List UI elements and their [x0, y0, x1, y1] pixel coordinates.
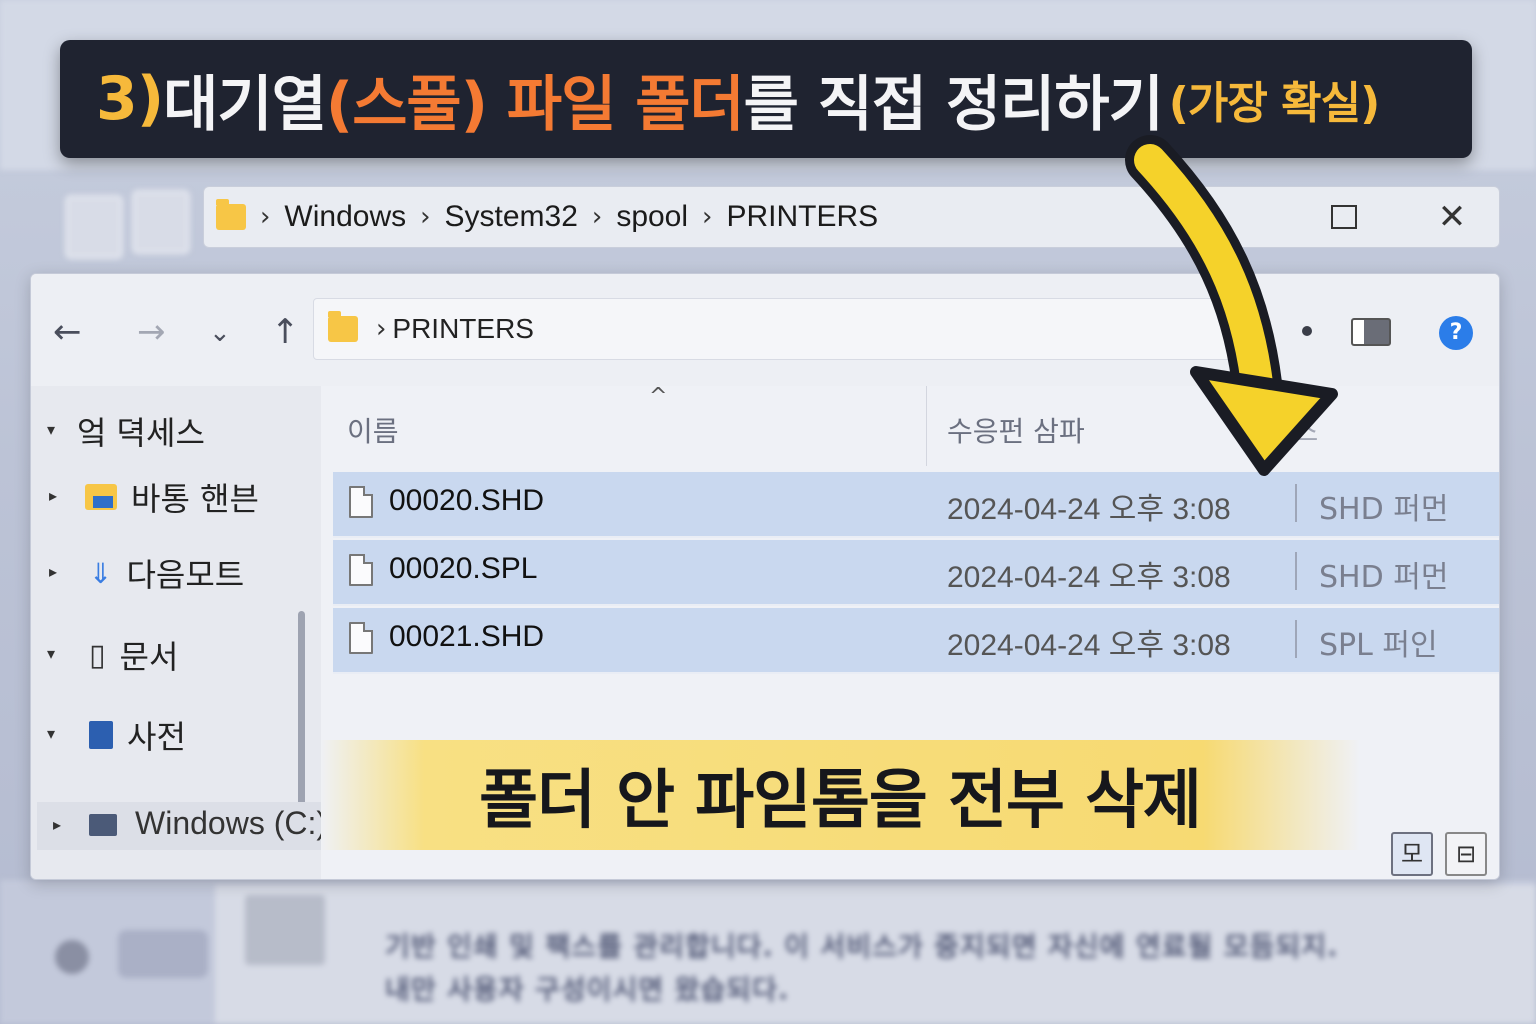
maximize-button[interactable] [1324, 199, 1364, 235]
title-text-rest: 를 직접 정리하기 [743, 69, 1164, 140]
arrow-left-icon: ← [53, 312, 82, 352]
sidebar-item-label: 문서 [119, 638, 179, 676]
back-button[interactable]: ← [53, 312, 82, 352]
file-date: 2024-04-24 오후 3:08 [947, 493, 1231, 526]
preview-pane-button[interactable] [1351, 318, 1391, 346]
address-path: PRINTERS [392, 313, 534, 344]
column-header-name[interactable]: 이름 [347, 410, 399, 450]
arrow-up-icon: ↑ [271, 312, 300, 352]
background-blob [118, 930, 208, 978]
file-type: SHD 퍼먼 [1319, 492, 1449, 527]
background-blob [55, 940, 89, 974]
forward-button[interactable]: → [137, 312, 166, 352]
background-file-icon [132, 190, 190, 254]
service-description-line1: 기반 인쇄 및 팩스를 관리합니다. 이 서비스가 중지되면 자신에 연료될 모… [385, 932, 1339, 963]
desktop-folder-icon [85, 484, 117, 510]
column-divider [1295, 484, 1297, 522]
monitor-icon [93, 496, 113, 508]
maximize-icon [1331, 205, 1357, 229]
file-date: 2024-04-24 오후 3:08 [947, 629, 1231, 662]
title-banner: 3) 대기열 (스풀) 파일 폴더 를 직접 정리하기 (가장 확실) [60, 40, 1472, 158]
instruction-caption: 폴더 안 파읻톰을 전부 삭제 [320, 740, 1360, 850]
service-icon [245, 895, 325, 965]
tiles-view-button[interactable]: ⊟ [1445, 832, 1487, 876]
chevron-down-icon: ▾ [47, 420, 56, 439]
title-step-number: 3) [96, 64, 164, 134]
column-divider [1295, 552, 1297, 590]
sidebar-scrollbar[interactable] [298, 611, 305, 831]
sidebar-item-desktop[interactable]: ▸ 바통 핸븐 [31, 474, 259, 520]
file-row[interactable]: 00020.SHD 2024-04-24 오후 3:08 SHD 퍼먼 [333, 472, 1499, 538]
sidebar-item-quick-access[interactable]: ▾ 엌 뎍세스 [31, 408, 205, 454]
file-name: 00020.SPL [389, 552, 538, 585]
address-bar[interactable]: › PRINTERS [313, 298, 1243, 360]
title-highlight: (스풀) 파일 폴더 [325, 69, 745, 140]
details-view-button[interactable]: 모 [1391, 832, 1433, 876]
breadcrumb-spool[interactable]: spool [616, 200, 688, 234]
title-note: (가장 확실) [1168, 78, 1380, 129]
chevron-right-icon: ▸ [49, 562, 58, 581]
caption-text: 폴더 안 파읻톰을 전부 삭제 [479, 764, 1202, 838]
download-icon: ⇓ [89, 556, 113, 590]
file-type: SHD 퍼먼 [1319, 560, 1449, 595]
sidebar-item-label: Windows (C:) [135, 805, 328, 841]
file-date: 2024-04-24 오후 3:08 [947, 561, 1231, 594]
arrow-right-icon: → [137, 312, 166, 352]
background-file-icon [65, 195, 123, 259]
column-header-type[interactable]: 이마스 [1241, 410, 1318, 450]
close-button[interactable]: ✕ [1432, 197, 1472, 237]
column-divider [1295, 620, 1297, 658]
title-text: 대기열 [163, 69, 327, 140]
file-name: 00021.SHD [389, 620, 545, 653]
sidebar-item-label: 사전 [127, 718, 186, 756]
close-icon: ✕ [1437, 197, 1467, 237]
column-header-date[interactable]: 수응펀 삼파 [947, 410, 1085, 450]
document-icon: ▯ [89, 637, 106, 673]
recent-locations-button[interactable]: ⌄ [209, 318, 231, 348]
toolbar: ← → ⌄ ↑ › PRINTERS ? [31, 274, 1499, 387]
breadcrumb-windows[interactable]: Windows [284, 200, 406, 234]
file-icon [349, 622, 373, 654]
pictures-icon [89, 721, 113, 749]
file-icon [349, 486, 373, 518]
drive-icon [89, 814, 117, 836]
more-options-icon[interactable] [1302, 326, 1312, 336]
sort-ascending-icon: ^ [649, 384, 668, 409]
file-icon [349, 554, 373, 586]
chevron-right-icon: › [376, 314, 387, 344]
sidebar-item-drive-c[interactable]: ▸ Windows (C:) [37, 802, 327, 850]
chevron-right-icon: › [702, 202, 713, 232]
chevron-down-icon: ▾ [47, 724, 56, 743]
file-row[interactable]: 00021.SHD 2024-04-24 오후 3:08 SPL 퍼인 [333, 608, 1499, 674]
sidebar-item-label: 다음모트 [126, 556, 245, 594]
chevron-right-icon: ▸ [53, 815, 62, 834]
sidebar-item-pictures[interactable]: ▾ 사전 [31, 712, 186, 758]
file-type: SPL 퍼인 [1319, 628, 1438, 663]
chevron-right-icon: › [591, 202, 603, 232]
column-divider[interactable] [926, 386, 927, 466]
chevron-down-icon: ▾ [47, 644, 56, 663]
breadcrumb-bar: › Windows › System32 › spool › PRINTERS … [203, 186, 1500, 248]
breadcrumb-printers[interactable]: PRINTERS [726, 200, 878, 234]
help-icon[interactable]: ? [1439, 316, 1473, 350]
chevron-right-icon: › [420, 202, 431, 232]
sidebar-item-downloads[interactable]: ▸ ⇓ 다음모트 [31, 550, 244, 596]
chevron-right-icon: › [260, 202, 271, 232]
file-name: 00020.SHD [389, 484, 545, 517]
sidebar-item-label: 바통 핸븐 [131, 480, 259, 518]
service-description-line2: 내만 사용자 구성이시면 왔습되다. [385, 975, 790, 1006]
chevron-right-icon: ▸ [49, 486, 58, 505]
breadcrumb-system32[interactable]: System32 [445, 200, 578, 234]
file-row[interactable]: 00020.SPL 2024-04-24 오후 3:08 SHD 퍼먼 [333, 540, 1499, 606]
folder-icon [328, 311, 358, 342]
sidebar-item-label: 엌 뎍세스 [77, 414, 205, 452]
up-button[interactable]: ↑ [271, 312, 300, 352]
chevron-down-icon: ⌄ [209, 318, 231, 348]
sidebar-item-documents[interactable]: ▾ ▯ 문서 [31, 632, 178, 678]
folder-icon [216, 199, 246, 230]
